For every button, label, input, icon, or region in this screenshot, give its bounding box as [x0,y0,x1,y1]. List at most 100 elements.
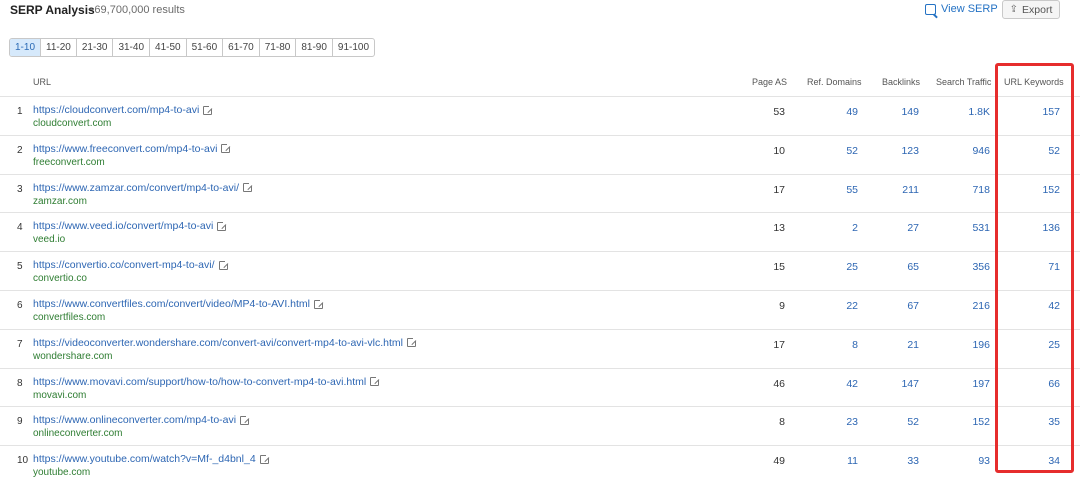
cell-backlinks[interactable]: 33 [869,455,919,467]
col-ref-domains[interactable]: Ref. Domains [807,77,862,87]
external-link-icon[interactable] [406,337,417,348]
cell-search-traffic[interactable]: 197 [940,378,990,390]
cell-ref-domains[interactable]: 55 [808,184,858,196]
col-search-traffic[interactable]: Search Traffic [936,77,991,87]
cell-search-traffic[interactable]: 152 [940,416,990,428]
page-51-60[interactable]: 51-60 [185,39,223,56]
result-domain: convertio.co [33,273,87,285]
external-link-icon[interactable] [217,220,228,231]
external-link-icon[interactable] [203,104,214,115]
result-url-link[interactable]: https://cloudconvert.com/mp4-to-avi [33,104,214,116]
external-link-icon[interactable] [221,143,232,154]
cell-backlinks[interactable]: 123 [869,145,919,157]
cell-url-keywords[interactable]: 35 [1010,416,1060,428]
cell-search-traffic[interactable]: 356 [940,261,990,273]
row-number: 1 [17,106,23,117]
cell-backlinks[interactable]: 211 [869,184,919,196]
cell-backlinks[interactable]: 27 [869,222,919,234]
result-url-link[interactable]: https://www.convertfiles.com/convert/vid… [33,298,324,310]
cell-search-traffic[interactable]: 196 [940,339,990,351]
cell-ref-domains[interactable]: 25 [808,261,858,273]
cell-search-traffic[interactable]: 531 [940,222,990,234]
page-41-50[interactable]: 41-50 [149,39,186,56]
cell-backlinks[interactable]: 67 [869,300,919,312]
external-link-icon[interactable] [370,376,381,387]
cell-url-keywords[interactable]: 34 [1010,455,1060,467]
result-domain: youtube.com [33,467,91,479]
row-number: 10 [17,455,29,467]
cell-url-keywords[interactable]: 136 [1010,222,1060,234]
result-url-link[interactable]: https://www.onlineconverter.com/mp4-to-a… [33,414,251,426]
result-url-link[interactable]: https://www.zamzar.com/convert/mp4-to-av… [33,182,253,194]
cell-search-traffic[interactable]: 946 [940,145,990,157]
page-21-30[interactable]: 21-30 [75,39,113,56]
cell-page-as: 17 [773,183,785,196]
upload-icon: ⇪ [1009,4,1019,15]
cell-backlinks[interactable]: 52 [869,416,919,428]
page-91-100[interactable]: 91-100 [331,39,374,56]
page-71-80[interactable]: 71-80 [258,39,296,56]
cell-search-traffic[interactable]: 718 [940,184,990,196]
result-url-link[interactable]: https://www.youtube.com/watch?v=Mf-_d4bn… [33,453,270,465]
cell-ref-domains[interactable]: 49 [808,106,858,118]
external-link-icon[interactable] [242,182,253,193]
result-url-link[interactable]: https://videoconverter.wondershare.com/c… [33,337,417,349]
page-1-10[interactable]: 1-10 [10,39,41,56]
cell-backlinks[interactable]: 147 [869,378,919,390]
page-81-90[interactable]: 81-90 [295,39,332,56]
col-backlinks[interactable]: Backlinks [882,77,920,87]
cell-backlinks[interactable]: 65 [869,261,919,273]
result-url-link[interactable]: https://convertio.co/convert-mp4-to-avi/ [33,259,229,272]
serp-icon [925,3,936,15]
row-number: 2 [17,144,23,156]
cell-ref-domains[interactable]: 23 [808,416,858,428]
col-page-as[interactable]: Page AS [752,77,787,87]
cell-url-keywords[interactable]: 25 [1010,339,1060,351]
cell-backlinks[interactable]: 21 [869,339,919,351]
result-url-text: https://cloudconvert.com/mp4-to-avi [33,104,200,116]
cell-ref-domains[interactable]: 11 [808,455,858,467]
result-url-text: https://www.veed.io/convert/mp4-to-avi [33,220,214,233]
page-31-40[interactable]: 31-40 [112,39,149,56]
export-button[interactable]: ⇪ Export [1002,0,1060,19]
cell-page-as: 53 [773,106,785,118]
result-url-link[interactable]: https://www.movavi.com/support/how-to/ho… [33,376,381,388]
cell-page-as: 17 [773,338,785,351]
table-row: 2 https://www.freeconvert.com/mp4-to-avi f… [0,134,1080,174]
result-domain: freeconvert.com [33,156,105,168]
cell-page-as: 9 [779,300,785,312]
external-link-icon[interactable] [218,259,229,270]
export-label: Export [1022,3,1053,16]
result-url-text: https://convertio.co/convert-mp4-to-avi/ [33,259,215,272]
external-link-icon[interactable] [313,298,324,309]
col-url[interactable]: URL [33,77,51,87]
external-link-icon[interactable] [240,414,251,425]
cell-ref-domains[interactable]: 42 [808,378,858,390]
cell-ref-domains[interactable]: 52 [808,145,858,157]
cell-ref-domains[interactable]: 8 [808,339,858,351]
result-domain: onlineconverter.com [33,428,123,440]
cell-url-keywords[interactable]: 52 [1010,145,1060,157]
result-url-link[interactable]: https://www.freeconvert.com/mp4-to-avi [33,143,232,155]
table-row: 1 https://cloudconvert.com/mp4-to-avi clou… [0,96,1080,135]
cell-search-traffic[interactable]: 1.8K [940,106,990,118]
external-link-icon[interactable] [259,453,270,464]
page-61-70[interactable]: 61-70 [222,39,259,56]
page-11-20[interactable]: 11-20 [40,39,76,56]
cell-page-as: 49 [773,455,785,468]
cell-backlinks[interactable]: 149 [869,106,919,118]
result-domain: zamzar.com [33,195,87,207]
col-url-keywords[interactable]: URL Keywords [1004,77,1064,87]
cell-url-keywords[interactable]: 66 [1010,378,1060,390]
cell-url-keywords[interactable]: 71 [1010,261,1060,273]
cell-ref-domains[interactable]: 22 [808,300,858,312]
cell-search-traffic[interactable]: 216 [940,300,990,312]
cell-url-keywords[interactable]: 152 [1010,184,1060,196]
cell-url-keywords[interactable]: 157 [1010,106,1060,118]
cell-ref-domains[interactable]: 2 [808,222,858,234]
table-row: 5 https://convertio.co/convert-mp4-to-avi… [0,251,1080,290]
cell-search-traffic[interactable]: 93 [940,455,990,467]
view-serp-button[interactable]: View SERP [925,3,998,15]
result-url-link[interactable]: https://www.veed.io/convert/mp4-to-avi [33,220,228,233]
cell-url-keywords[interactable]: 42 [1010,300,1060,312]
